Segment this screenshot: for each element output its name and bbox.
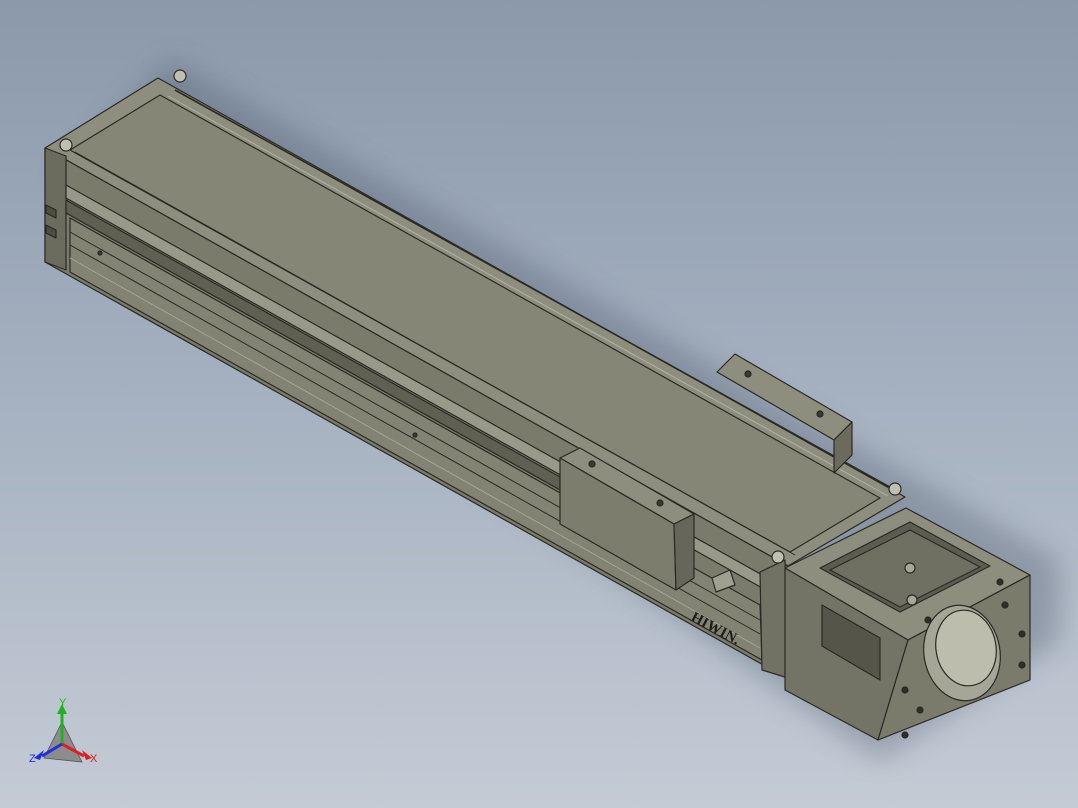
bolt-hole <box>1018 661 1026 669</box>
bolt-hole <box>996 578 1004 586</box>
bolt-hole <box>901 731 909 739</box>
carriage-hole <box>816 410 824 418</box>
bolt-hole <box>924 616 932 624</box>
bolt-hole <box>1001 601 1009 609</box>
z-axis-label: Z <box>29 753 36 765</box>
linear-actuator-model[interactable] <box>44 69 1031 741</box>
carriage-front-side <box>673 513 695 591</box>
carriage-hole <box>744 370 752 378</box>
graphics-viewport[interactable]: HIWIN. Y X Z <box>0 0 1078 808</box>
screw-head[interactable] <box>771 550 785 564</box>
screw-head[interactable] <box>173 69 187 83</box>
bolt-hole <box>916 706 924 714</box>
x-axis-label: X <box>90 753 98 765</box>
y-axis-label: Y <box>59 697 67 709</box>
bolt-hole <box>1018 630 1026 638</box>
end-plate[interactable] <box>759 559 789 679</box>
view-orientation-triad[interactable]: Y X Z <box>29 697 98 765</box>
screw-head[interactable] <box>59 138 73 152</box>
rail-hole <box>412 432 418 438</box>
screw-head <box>904 562 916 574</box>
carriage-hole <box>588 460 596 468</box>
model-scene[interactable]: HIWIN. Y X Z <box>0 0 1078 808</box>
bolt-hole <box>901 686 909 694</box>
rail-hole <box>97 250 103 256</box>
screw-head[interactable] <box>888 482 902 496</box>
carriage-hole <box>656 499 664 507</box>
screw-head <box>906 594 918 606</box>
